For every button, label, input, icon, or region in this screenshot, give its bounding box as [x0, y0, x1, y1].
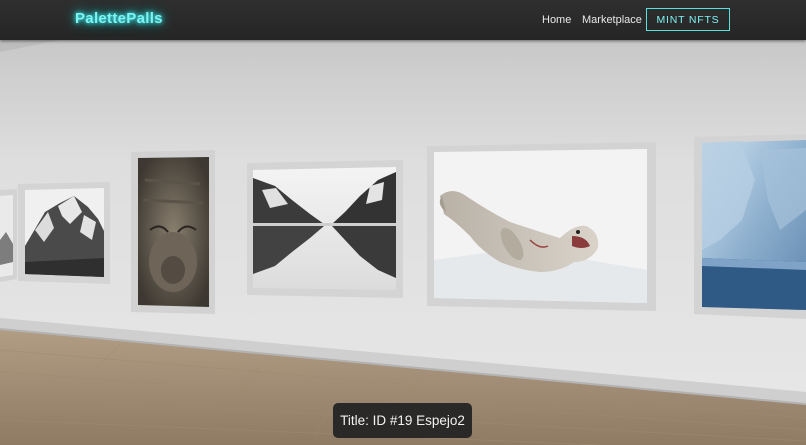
painting-3-elephant-seal-face[interactable]: [131, 150, 215, 314]
painting-2-snowy-mountain[interactable]: [18, 182, 110, 284]
brand-logo[interactable]: PalettePalls: [75, 10, 163, 27]
painting-5-crabeater-seal-on-ice[interactable]: [427, 142, 656, 311]
mint-nfts-button[interactable]: MINT NFTS: [646, 8, 730, 31]
painting-4-fjord-reflection[interactable]: [247, 160, 403, 298]
artwork-title-tooltip: Title: ID #19 Espejo2: [333, 403, 472, 438]
top-navbar: PalettePalls Home Marketplace MINT NFTS: [0, 0, 806, 40]
nav-home-link[interactable]: Home: [542, 14, 571, 26]
gallery-scene[interactable]: [0, 0, 806, 445]
painting-6-iceberg[interactable]: [694, 134, 806, 319]
nav-marketplace-link[interactable]: Marketplace: [582, 14, 642, 26]
painting-1-snowy-mountain-edge[interactable]: [0, 189, 17, 282]
